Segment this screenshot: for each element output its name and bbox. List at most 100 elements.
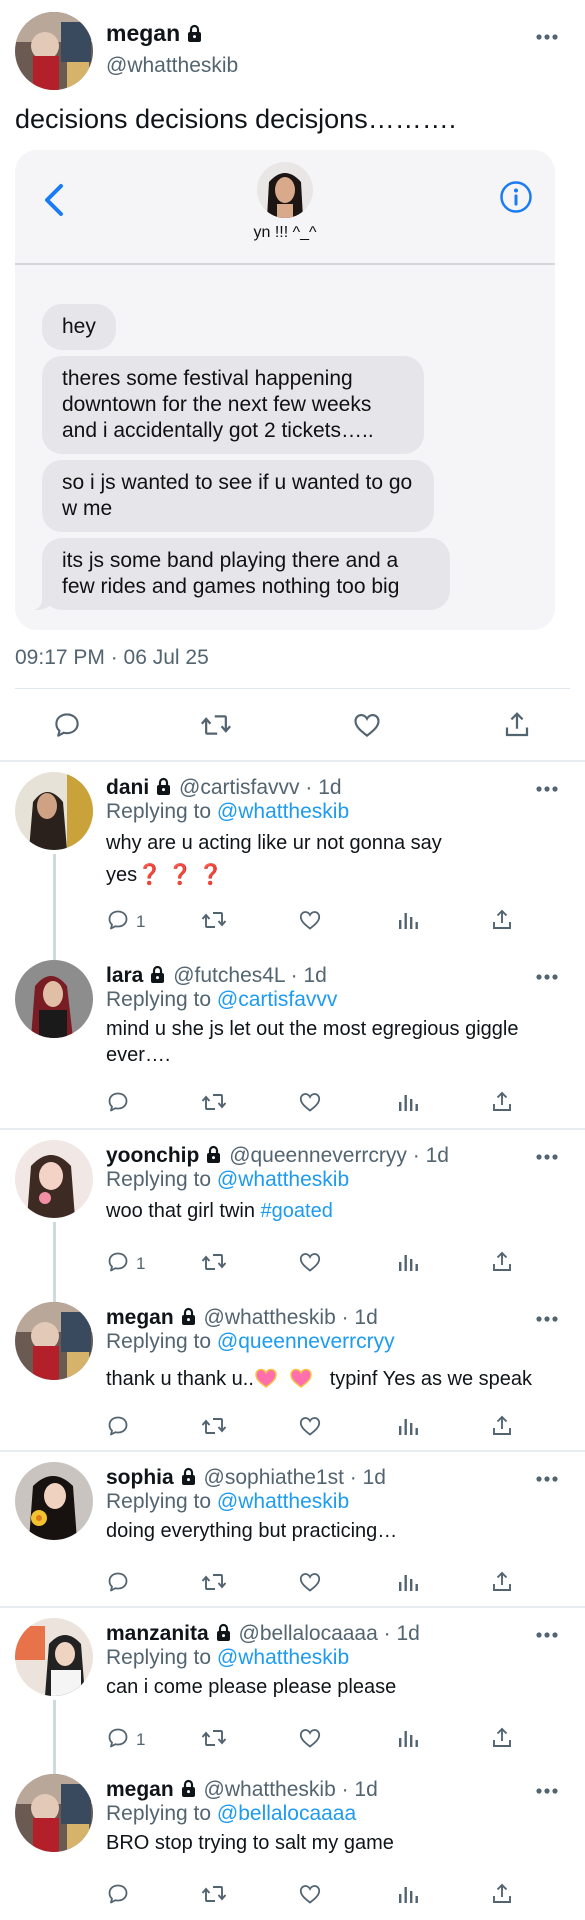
like-icon[interactable] [352, 710, 382, 745]
replying-to-mention[interactable]: @whattheskib [217, 1646, 349, 1669]
retweet-icon[interactable] [200, 1414, 228, 1443]
reply-author-name[interactable]: sophia [106, 1466, 174, 1489]
share-icon[interactable] [490, 908, 514, 937]
like-icon[interactable] [298, 1882, 322, 1911]
reply-icon[interactable] [106, 1414, 130, 1443]
reply-text: thank u thank u.. typinf Yes as we speak [106, 1366, 566, 1392]
views-icon[interactable] [396, 1250, 420, 1279]
reply-icon[interactable] [106, 1882, 130, 1911]
reply-author-handle[interactable]: @cartisfavvv [179, 776, 300, 799]
author-handle[interactable]: @whattheskib [106, 54, 238, 78]
reply-icon[interactable] [106, 1250, 130, 1279]
reply-time: · 1d [383, 1622, 420, 1645]
views-icon[interactable] [396, 1090, 420, 1119]
share-icon[interactable] [490, 1250, 514, 1279]
avatar[interactable] [15, 1140, 93, 1218]
share-icon[interactable] [490, 1726, 514, 1755]
hashtag-link[interactable]: #goated [261, 1200, 333, 1222]
avatar[interactable] [15, 12, 93, 90]
retweet-icon[interactable] [200, 1726, 228, 1755]
avatar[interactable] [15, 1618, 93, 1696]
reply-text: woo that girl twin #goated [106, 1198, 566, 1224]
divider [15, 688, 570, 689]
share-icon[interactable] [502, 710, 532, 745]
reply-author-handle[interactable]: @futches4L [173, 964, 285, 987]
reply-tweet: dani @cartisfavvv · 1d Replying to @what… [0, 762, 585, 974]
like-icon[interactable] [298, 1090, 322, 1119]
views-icon[interactable] [396, 1414, 420, 1443]
reply-tweet: megan @whattheskib · 1d Replying to @que… [0, 1292, 585, 1450]
avatar[interactable] [15, 772, 93, 850]
author-name[interactable]: megan [106, 20, 204, 47]
retweet-icon[interactable] [200, 908, 228, 937]
reply-author-name[interactable]: yoonchip [106, 1144, 199, 1167]
reply-author-name[interactable]: dani [106, 776, 149, 799]
info-icon [499, 180, 533, 214]
more-icon[interactable] [535, 1630, 559, 1640]
share-icon[interactable] [490, 1090, 514, 1119]
reply-author-handle[interactable]: @sophiathe1st [204, 1466, 344, 1489]
retweet-icon[interactable] [200, 1090, 228, 1119]
reply-text-line: yes [106, 864, 138, 886]
views-icon[interactable] [396, 1570, 420, 1599]
avatar[interactable] [15, 1302, 93, 1380]
reply-header: megan @whattheskib · 1d [106, 1306, 378, 1330]
like-icon[interactable] [298, 1250, 322, 1279]
reply-author-name[interactable]: megan [106, 1778, 174, 1801]
views-icon[interactable] [396, 1882, 420, 1911]
retweet-icon[interactable] [200, 1250, 228, 1279]
replying-to-mention[interactable]: @bellalocaaaa [217, 1802, 356, 1825]
reply-icon[interactable] [106, 1570, 130, 1599]
reply-author-handle[interactable]: @bellalocaaaa [239, 1622, 378, 1645]
more-icon[interactable] [535, 784, 559, 794]
more-icon[interactable] [535, 1314, 559, 1324]
tweet-actions [0, 700, 585, 750]
avatar[interactable] [15, 960, 93, 1038]
lock-icon [185, 22, 204, 42]
reply-author-handle[interactable]: @whattheskib [204, 1306, 336, 1329]
views-icon[interactable] [396, 908, 420, 937]
reply-icon[interactable] [106, 1090, 130, 1119]
replying-prefix: Replying to [106, 1802, 212, 1825]
reply-actions [0, 1084, 585, 1124]
share-icon[interactable] [490, 1882, 514, 1911]
more-icon[interactable] [535, 32, 559, 42]
share-icon[interactable] [490, 1414, 514, 1443]
reply-author-name[interactable]: manzanita [106, 1622, 209, 1645]
avatar[interactable] [15, 1462, 93, 1540]
replying-to-mention[interactable]: @whattheskib [217, 1490, 349, 1513]
lock-icon [154, 777, 173, 796]
reply-icon[interactable] [106, 1726, 130, 1755]
replying-to-mention[interactable]: @cartisfavvv [217, 988, 338, 1011]
more-icon[interactable] [535, 1474, 559, 1484]
replying-to: Replying to @whattheskib [106, 1168, 349, 1192]
author-name-text[interactable]: megan [106, 20, 180, 46]
reply-author-handle[interactable]: @queenneverrcryy [229, 1144, 407, 1167]
reply-text: doing everything but practicing… [106, 1520, 398, 1542]
retweet-icon[interactable] [200, 1882, 228, 1911]
retweet-icon[interactable] [200, 1570, 228, 1599]
reply-author-handle[interactable]: @whattheskib [204, 1778, 336, 1801]
replying-to-mention[interactable]: @queenneverrcryy [217, 1330, 395, 1353]
share-icon[interactable] [490, 1570, 514, 1599]
reply-icon[interactable] [52, 710, 82, 745]
views-icon[interactable] [396, 1726, 420, 1755]
more-icon[interactable] [535, 1786, 559, 1796]
message-bubble: so i js wanted to see if u wanted to go … [42, 460, 434, 532]
reply-icon[interactable] [106, 908, 130, 937]
reply-author-name[interactable]: megan [106, 1306, 174, 1329]
like-icon[interactable] [298, 1414, 322, 1443]
replying-to-mention[interactable]: @whattheskib [217, 1168, 349, 1191]
retweet-icon[interactable] [200, 710, 232, 745]
lock-icon [204, 1145, 223, 1164]
like-icon[interactable] [298, 1570, 322, 1599]
reply-author-name[interactable]: lara [106, 964, 143, 987]
replying-to: Replying to @cartisfavvv [106, 988, 337, 1012]
more-icon[interactable] [535, 1152, 559, 1162]
like-icon[interactable] [298, 1726, 322, 1755]
avatar[interactable] [15, 1774, 93, 1852]
dm-divider [15, 263, 555, 265]
replying-to-mention[interactable]: @whattheskib [217, 800, 349, 823]
like-icon[interactable] [298, 908, 322, 937]
more-icon[interactable] [535, 972, 559, 982]
